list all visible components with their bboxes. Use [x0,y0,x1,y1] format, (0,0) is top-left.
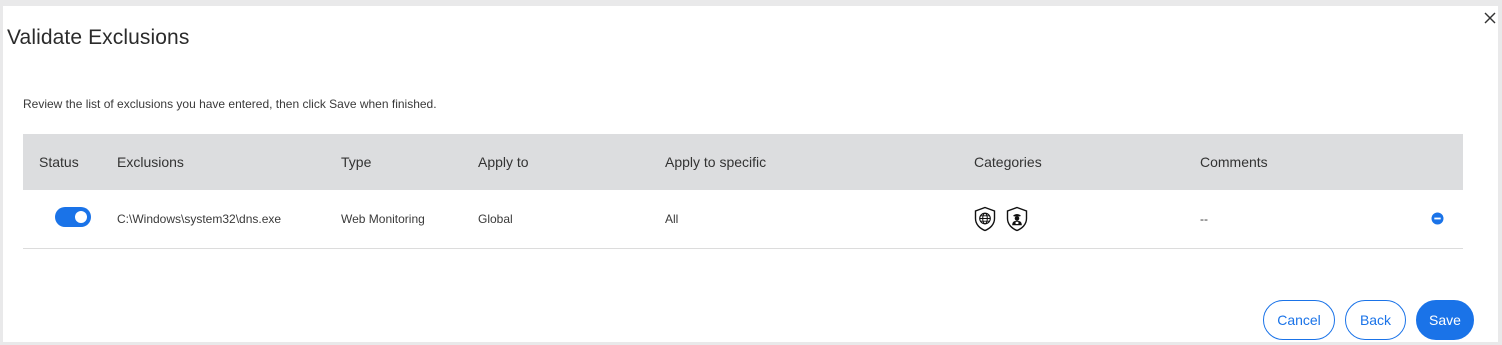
exclusion-path: C:\Windows\system32\dns.exe [117,212,282,226]
column-header-type[interactable]: Type [341,154,371,170]
column-header-categories[interactable]: Categories [974,154,1042,170]
apply-to-value: Global [478,212,513,226]
remove-circle-icon[interactable] [1431,212,1444,225]
column-header-exclusions[interactable]: Exclusions [117,154,184,170]
category-icons [973,206,1029,232]
globe-shield-icon [974,206,996,232]
table-header: Status Exclusions Type Apply to Apply to… [23,134,1463,190]
column-header-apply-to[interactable]: Apply to [478,154,529,170]
comments-value: -- [1200,212,1208,226]
apply-to-specific-value: All [665,212,679,226]
status-toggle[interactable] [55,207,91,227]
column-header-comments[interactable]: Comments [1200,154,1268,170]
validate-exclusions-dialog: Validate Exclusions Review the list of e… [3,6,1498,342]
exclusions-table: Status Exclusions Type Apply to Apply to… [23,134,1463,249]
dialog-title: Validate Exclusions [7,26,190,49]
column-header-apply-to-specific[interactable]: Apply to specific [665,154,766,170]
back-button[interactable]: Back [1345,300,1406,340]
table-row: C:\Windows\system32\dns.exe Web Monitori… [23,190,1463,249]
instructions-text: Review the list of exclusions you have e… [23,97,437,111]
cancel-button[interactable]: Cancel [1263,300,1335,340]
column-header-status[interactable]: Status [39,154,79,170]
save-button[interactable]: Save [1416,300,1474,340]
close-icon[interactable] [1481,9,1499,27]
exclusion-type: Web Monitoring [341,212,425,226]
toggle-knob [75,211,87,223]
person-shield-icon [1006,206,1028,232]
